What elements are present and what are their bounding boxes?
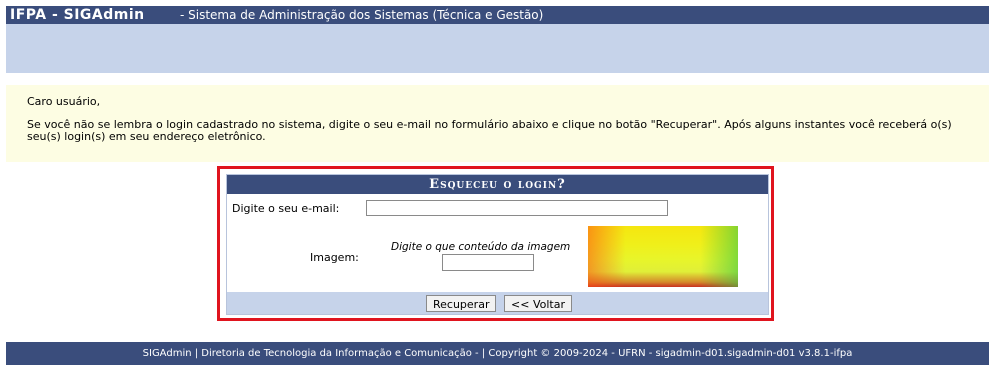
form-title: Esqueceu o login? [227,175,768,194]
email-label: Digite o seu e-mail: [232,202,340,215]
image-hint: Digite o que conteúdo da imagem [391,241,571,253]
instructions-text: Se você não se lembra o login cadastrado… [27,118,952,143]
top-bar: IFPA - SIGAdmin - Sistema de Administraç… [6,6,989,24]
recover-button[interactable]: Recuperar [426,295,496,312]
forgot-login-form: Esqueceu o login? Digite o seu e-mail: I… [226,174,769,315]
footer: SIGAdmin | Diretoria de Tecnologia da In… [6,342,989,365]
back-button[interactable]: << Voltar [504,295,572,312]
app-subtitle: - Sistema de Administração dos Sistemas … [180,8,544,22]
email-field[interactable] [366,200,668,216]
email-row: Digite o seu e-mail: [227,194,768,221]
image-label: Imagem: [310,251,359,264]
greeting-text: Caro usuário, [27,95,101,108]
menu-band [6,24,989,73]
captcha-image [588,226,738,287]
captcha-field[interactable] [442,254,534,271]
button-row: Recuperar << Voltar [227,292,768,314]
info-box: Caro usuário, Se você não se lembra o lo… [6,85,989,162]
app-name: IFPA - SIGAdmin [10,7,145,23]
